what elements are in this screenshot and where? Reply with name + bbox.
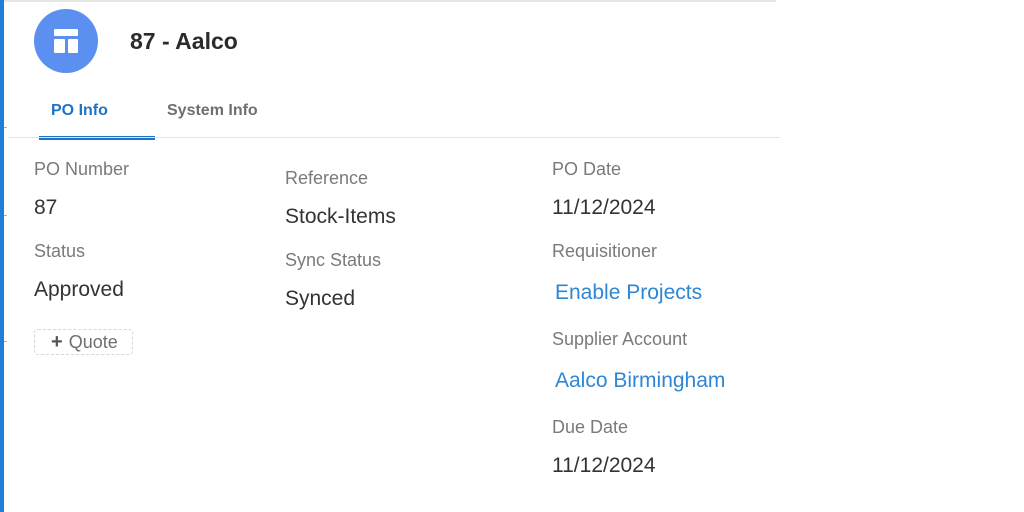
supplier-account-link[interactable]: Aalco Birmingham — [555, 369, 725, 393]
layout-icon — [54, 29, 78, 53]
due-date-value: 11/12/2024 — [552, 454, 656, 477]
due-date-label: Due Date — [552, 417, 629, 437]
supplier-account-label: Supplier Account — [552, 329, 688, 349]
page-title: 87 - Aalco — [130, 28, 238, 54]
po-number-value: 87 — [34, 196, 58, 219]
plus-icon: + — [51, 331, 63, 353]
purchase-order-card: 87 - Aalco PO Info System Info PO Number… — [4, 2, 780, 512]
tab-system-info[interactable]: System Info — [167, 102, 258, 120]
po-date-value: 11/12/2024 — [552, 196, 656, 219]
tabs-divider — [8, 137, 780, 138]
reference-value: Stock-Items — [285, 205, 396, 228]
status-label: Status — [34, 241, 86, 261]
tab-po-info[interactable]: PO Info — [51, 102, 108, 120]
po-avatar — [34, 9, 98, 73]
sync-status-value: Synced — [285, 287, 356, 310]
tab-bar: PO Info System Info — [8, 90, 780, 140]
reference-label: Reference — [285, 168, 369, 188]
add-quote-button[interactable]: + Quote — [34, 329, 133, 355]
add-quote-label: Quote — [68, 331, 118, 352]
status-value: Approved — [34, 278, 124, 301]
requisitioner-label: Requisitioner — [552, 241, 658, 261]
requisitioner-link[interactable]: Enable Projects — [555, 281, 702, 305]
sync-status-label: Sync Status — [285, 250, 382, 270]
po-date-label: PO Date — [552, 159, 622, 179]
po-number-label: PO Number — [34, 159, 130, 179]
